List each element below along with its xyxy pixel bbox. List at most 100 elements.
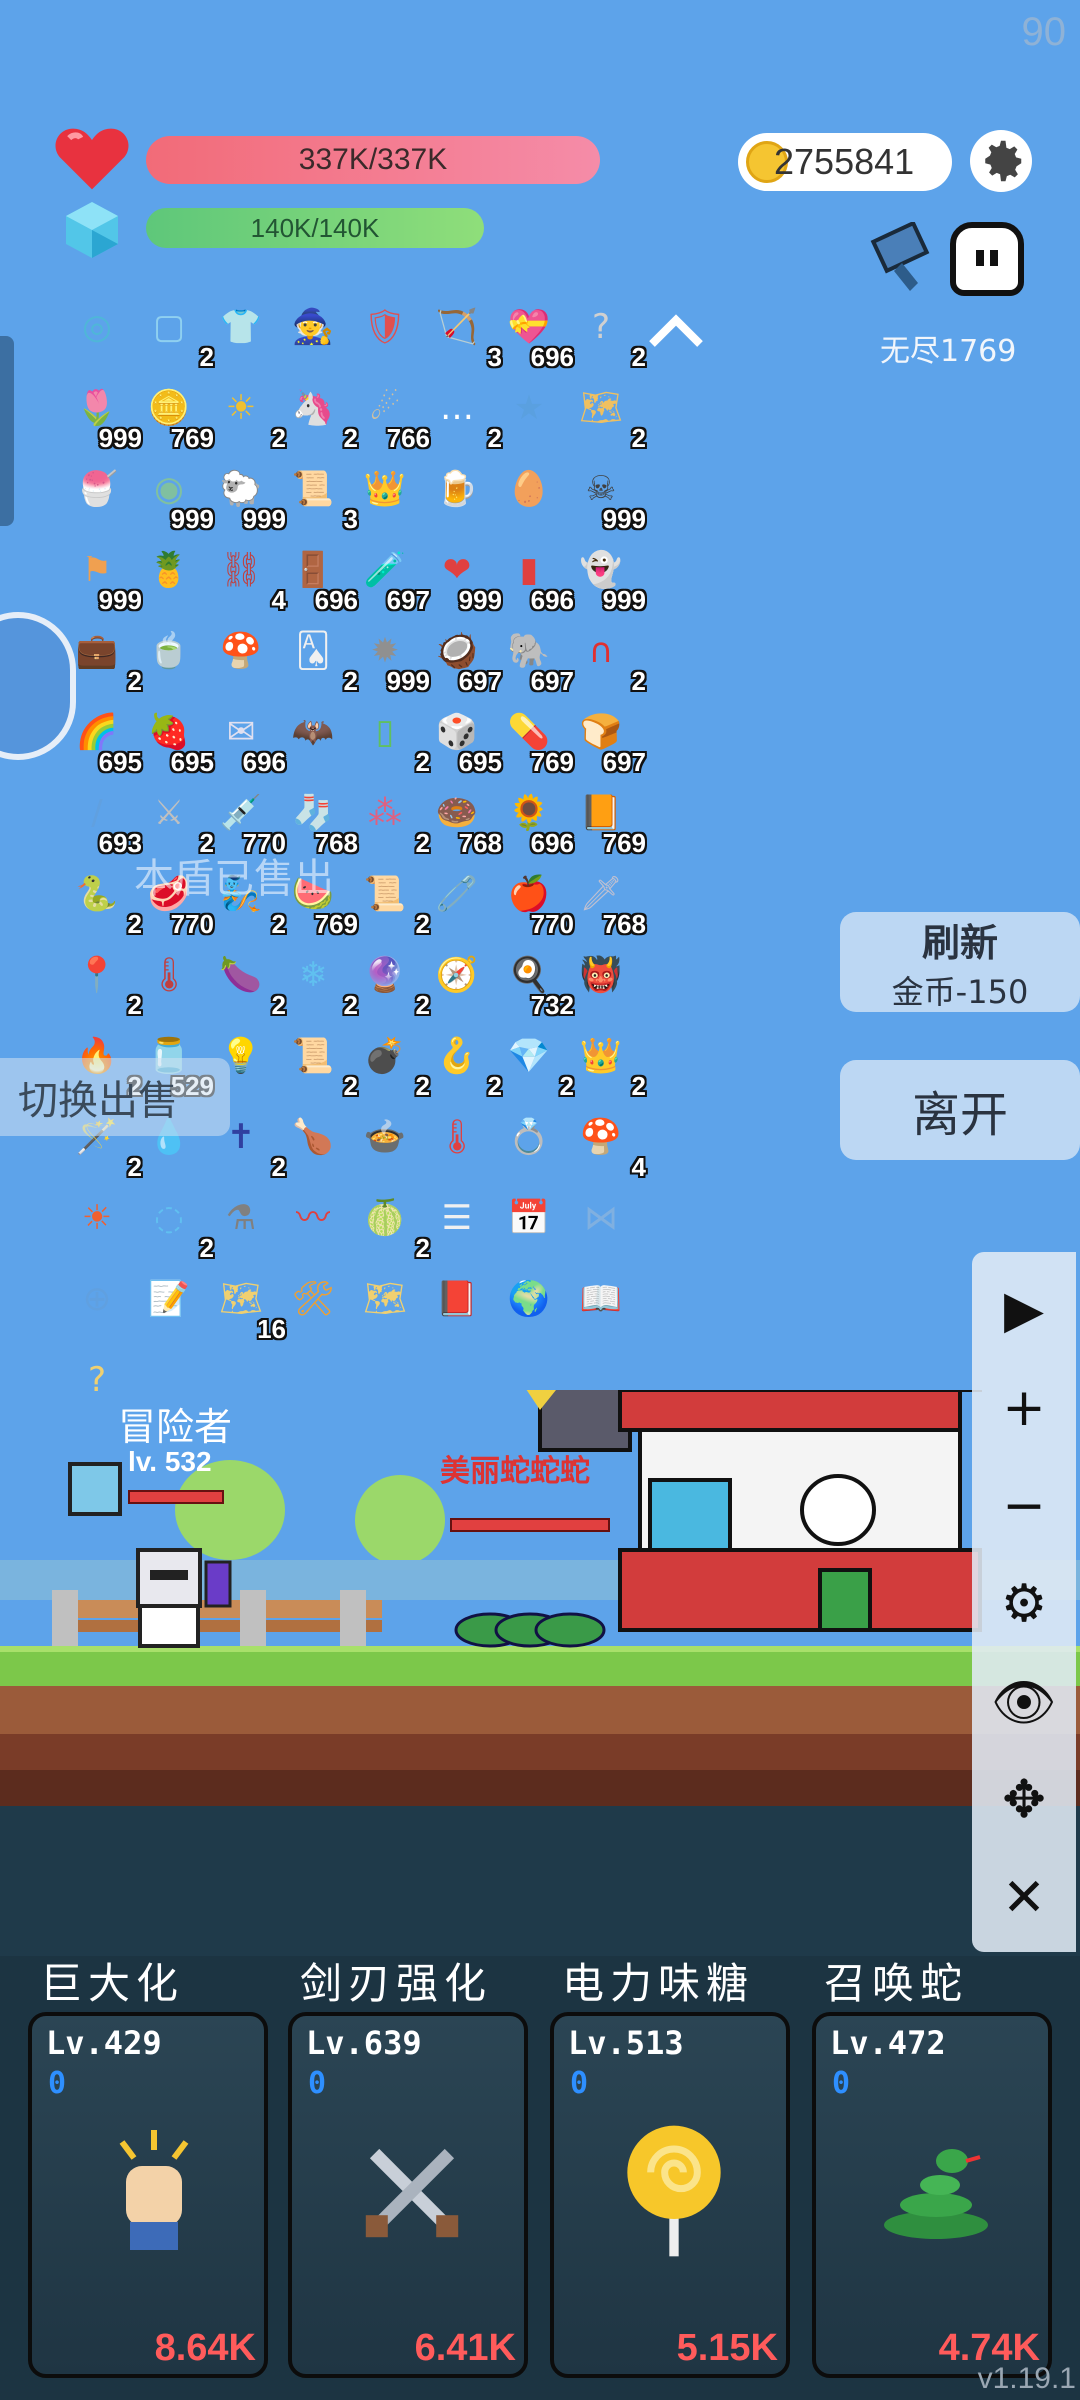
inventory-slot[interactable]: 📜 2 (352, 863, 430, 944)
inventory-slot[interactable]: 👑 2 (568, 1025, 646, 1106)
inventory-slot[interactable]: 📜 3 (280, 458, 358, 539)
inventory-slot[interactable]: 🛠 (280, 1268, 352, 1349)
inventory-slot[interactable]: /693 (64, 782, 142, 863)
skill-card[interactable]: Lv.472 0 4.74K (812, 2012, 1052, 2378)
inventory-slot[interactable]: 🐘 697 (496, 620, 574, 701)
inventory-slot[interactable]: 🍎 770 (496, 863, 574, 944)
gear-icon[interactable]: ⚙ (972, 1564, 1076, 1644)
inventory-slot[interactable]: 💎 2 (496, 1025, 574, 1106)
inventory-slot[interactable]: 🧪 697 (352, 539, 430, 620)
inventory-slot[interactable]: 🍺 (424, 458, 496, 539)
inventory-slot[interactable]: 🍈 2 (352, 1187, 430, 1268)
inventory-slot[interactable]: ☀ (64, 1187, 136, 1268)
inventory-slot[interactable]: 🚪 696 (280, 539, 358, 620)
inventory-slot[interactable]: 👻 999 (568, 539, 646, 620)
side-drawer-tab[interactable] (0, 336, 14, 526)
inventory-slot[interactable]: 🪝 2 (424, 1025, 502, 1106)
inventory-slot[interactable]: ❄ 2 (280, 944, 358, 1025)
inventory-slot[interactable]: 🌍 (496, 1268, 568, 1349)
inventory-slot[interactable]: ⋈ (568, 1187, 640, 1268)
inventory-slot[interactable]: 👑 (352, 458, 424, 539)
inventory-slot[interactable]: ? 2 (568, 296, 646, 377)
inventory-slot[interactable]: 📕 (424, 1268, 496, 1349)
inventory-slot[interactable]: 📙 769 (568, 782, 646, 863)
eye-icon[interactable]: 👁 (972, 1662, 1076, 1742)
inventory-slot[interactable]: 🍆 2 (208, 944, 286, 1025)
inventory-slot[interactable]: ◎ (64, 296, 136, 377)
inventory-slot[interactable]: 🪙 769 (136, 377, 214, 458)
inventory-slot[interactable]: 🥥 697 (424, 620, 502, 701)
inventory-slot[interactable]: 🛡 (352, 296, 424, 377)
edit-icon[interactable] (866, 222, 938, 296)
switch-sell-button[interactable]: 切换出售 (0, 1058, 230, 1136)
inventory-slot[interactable]: 🌡 (136, 944, 208, 1025)
inventory-slot[interactable]: ⚗ (208, 1187, 280, 1268)
inventory-slot[interactable]: 👕 (208, 296, 280, 377)
inventory-slot[interactable]: ⚑ 999 (64, 539, 142, 620)
inventory-slot[interactable]: ◉ 999 (136, 458, 214, 539)
inventory-slot[interactable]: 🗡 768 (568, 863, 646, 944)
inventory-slot[interactable]: 🍲 (352, 1106, 424, 1187)
inventory-slot[interactable]: 🏹 3 (424, 296, 502, 377)
inventory-slot[interactable]: 🧭 (424, 944, 496, 1025)
inventory-slot[interactable]: 💼 2 (64, 620, 142, 701)
inventory-slot[interactable]: ☰ (424, 1187, 496, 1268)
inventory-slot[interactable]: 〰 (280, 1187, 352, 1268)
inventory-slot[interactable]: 🍄 (208, 620, 280, 701)
inventory-slot[interactable]: 🍳 732 (496, 944, 574, 1025)
inventory-slot[interactable]: ⊕ (64, 1268, 136, 1349)
inventory-slot[interactable]: 🎲 695 (424, 701, 502, 782)
inventory-slot[interactable]: 🌷 999 (64, 377, 142, 458)
inventory-slot[interactable]: ✹ 999 (352, 620, 430, 701)
leave-button[interactable]: 离开 (840, 1060, 1080, 1160)
inventory-slot[interactable]: 💊 769 (496, 701, 574, 782)
inventory-slot[interactable]: 🍩 768 (424, 782, 502, 863)
inventory-slot[interactable]: ☠ 999 (568, 458, 646, 539)
inventory-slot[interactable]: ☄ 766 (352, 377, 430, 458)
minus-icon[interactable]: − (972, 1466, 1076, 1546)
inventory-slot[interactable]: 👹 (568, 944, 640, 1025)
inventory-slot[interactable]: 🦄 2 (280, 377, 358, 458)
inventory-slot[interactable]: 💣 2 (352, 1025, 430, 1106)
inventory-slot[interactable]: 🍗 (280, 1106, 352, 1187)
inventory-slot[interactable]: ▮ 696 (496, 539, 574, 620)
inventory-slot[interactable]: 🥚 (496, 458, 568, 539)
inventory-slot[interactable]: ☀ 2 (208, 377, 286, 458)
plus-icon[interactable]: + (972, 1368, 1076, 1448)
inventory-slot[interactable]: 💝 696 (496, 296, 574, 377)
inventory-slot[interactable]: 🧙 (280, 296, 352, 377)
inventory-slot[interactable]: 🍓 695 (136, 701, 214, 782)
inventory-slot[interactable]: 📖 (568, 1268, 640, 1349)
skill-card[interactable]: Lv.513 0 5.15K (550, 2012, 790, 2378)
ghost-icon[interactable] (950, 222, 1024, 296)
inventory-slot[interactable]: 🗺 2 (568, 377, 646, 458)
inventory-slot[interactable]: ⛓ 4 (208, 539, 286, 620)
inventory-slot[interactable]: 🐑 999 (208, 458, 286, 539)
inventory-slot[interactable]: ▯ 2 (352, 701, 430, 782)
move-icon[interactable]: ✥ (972, 1760, 1076, 1840)
inventory-slot[interactable]: ❤ 999 (424, 539, 502, 620)
inventory-slot[interactable]: ⁂ 2 (352, 782, 430, 863)
close-icon[interactable]: ✕ (972, 1858, 1076, 1938)
inventory-slot[interactable]: 🌈 695 (64, 701, 142, 782)
inventory-slot[interactable]: ◌ 2 (136, 1187, 214, 1268)
inventory-slot[interactable]: … 2 (424, 377, 502, 458)
refresh-button[interactable]: 刷新 金币-150 (840, 912, 1080, 1012)
inventory-slot[interactable]: 🌻 696 (496, 782, 574, 863)
inventory-slot[interactable]: 📜 2 (280, 1025, 358, 1106)
inventory-slot[interactable]: 🍍 (136, 539, 208, 620)
inventory-slot[interactable]: 🗺 (352, 1268, 424, 1349)
inventory-slot[interactable]: 🦇 (280, 701, 352, 782)
inventory-slot[interactable]: 🍵 (136, 620, 208, 701)
inventory-slot[interactable]: 💍 (496, 1106, 568, 1187)
settings-button[interactable] (970, 130, 1032, 192)
inventory-slot[interactable]: ∩ 2 (568, 620, 646, 701)
inventory-slot[interactable]: ✉ 696 (208, 701, 286, 782)
inventory-slot[interactable]: 🔮 2 (352, 944, 430, 1025)
skill-card[interactable]: Lv.429 0 8.64K (28, 2012, 268, 2378)
play-icon[interactable]: ▶ (972, 1270, 1076, 1350)
inventory-slot[interactable]: ★ (496, 377, 568, 458)
inventory-slot[interactable]: 🌡 (424, 1106, 496, 1187)
inventory-slot[interactable]: 🗺 16 (208, 1268, 286, 1349)
inventory-slot[interactable]: 📝 (136, 1268, 208, 1349)
